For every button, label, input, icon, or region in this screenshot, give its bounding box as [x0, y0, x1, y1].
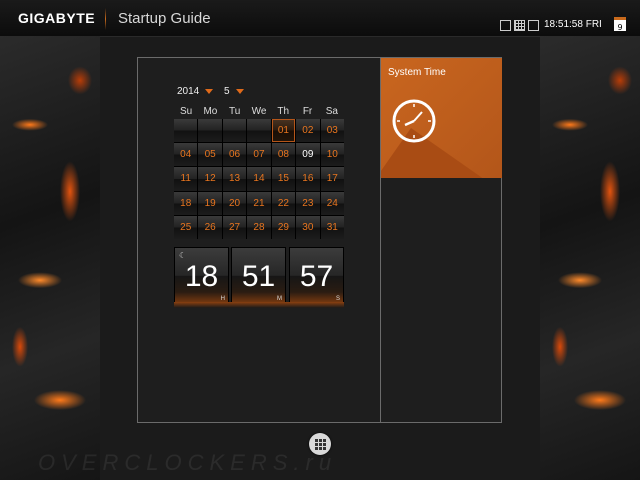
status-clock: 18:51:58 FRI: [544, 19, 602, 30]
chevron-down-icon: [205, 88, 214, 94]
flip-clock-base: [174, 302, 344, 308]
calendar-day[interactable]: 02: [296, 119, 320, 143]
weekday-label: Tu: [229, 106, 241, 117]
lava-decoration-right: [540, 36, 640, 480]
watermark: OVERCLOCKERS.ru: [38, 450, 338, 475]
hdd-icon[interactable]: [500, 20, 511, 31]
seconds-value: 57: [299, 260, 334, 293]
calendar-day[interactable]: 18: [174, 191, 198, 215]
month-value: 5: [224, 86, 230, 97]
calendar-day[interactable]: 19: [198, 191, 222, 215]
calendar-day[interactable]: 30: [296, 215, 320, 239]
calendar-day[interactable]: 08: [271, 143, 296, 167]
tile-label: System Time: [388, 67, 446, 78]
brand-logo: GIGABYTE: [18, 10, 96, 26]
chevron-down-icon: [235, 88, 244, 94]
month-select[interactable]: 5: [224, 86, 244, 97]
calendar-day[interactable]: 31: [320, 215, 344, 239]
lava-decoration-left: [0, 36, 100, 480]
calendar-day[interactable]: 22: [271, 191, 296, 215]
calendar-day[interactable]: 09: [296, 143, 320, 167]
clock-icon: [392, 99, 436, 143]
weekday-label: We: [251, 106, 267, 117]
flip-clock-seconds: 57 S: [289, 247, 344, 304]
calendar-day[interactable]: 21: [247, 191, 271, 215]
calendar-day[interactable]: 27: [222, 215, 247, 239]
calendar-day[interactable]: 03: [320, 119, 344, 143]
window-icon[interactable]: [528, 20, 539, 31]
calendar-day[interactable]: 23: [296, 191, 320, 215]
calendar-day[interactable]: 17: [320, 167, 344, 191]
weekday-label: Sa: [325, 106, 338, 117]
calendar-grid: 01 02 03 04 05 06 07 08 09 10 11 12 13 14 15 16 17 18 19 20…: [174, 119, 344, 239]
weekday-label: Fr: [302, 106, 313, 117]
app-title: Startup Guide: [118, 10, 211, 27]
calendar-day[interactable]: 13: [222, 167, 247, 191]
calendar-day[interactable]: 11: [174, 167, 198, 191]
moon-icon: ☾: [179, 251, 187, 260]
year-select[interactable]: 2014: [177, 86, 214, 97]
calendar-day-empty: [247, 119, 271, 143]
calendar-day-empty: [222, 119, 247, 143]
weekday-label: Th: [277, 106, 290, 117]
calendar-day[interactable]: 15: [271, 167, 296, 191]
flip-clock-minutes: 51 M: [231, 247, 286, 304]
calendar-day[interactable]: 01: [271, 119, 296, 143]
calendar-day[interactable]: 05: [198, 143, 222, 167]
minutes-value: 51: [241, 260, 276, 293]
brand-divider: [105, 8, 106, 30]
calendar-day[interactable]: 28: [247, 215, 271, 239]
weekday-label: Mo: [203, 106, 218, 117]
calendar-day[interactable]: 04: [174, 143, 198, 167]
calendar-day[interactable]: 26: [198, 215, 222, 239]
flip-clock-hours: ☾ 18 H: [174, 247, 229, 304]
calendar-icon[interactable]: 9: [614, 17, 626, 32]
calendar-day[interactable]: 16: [296, 167, 320, 191]
calendar-day[interactable]: 06: [222, 143, 247, 167]
calendar-day[interactable]: 24: [320, 191, 344, 215]
calendar-day[interactable]: 14: [247, 167, 271, 191]
calendar-day[interactable]: 07: [247, 143, 271, 167]
calendar-day-empty: [174, 119, 198, 143]
calendar-day[interactable]: 10: [320, 143, 344, 167]
calendar-day-empty: [198, 119, 222, 143]
calendar-day[interactable]: 25: [174, 215, 198, 239]
calendar-day[interactable]: 20: [222, 191, 247, 215]
calendar-weekday-header: Su Mo Tu We Th Fr Sa: [174, 106, 344, 118]
calendar-day[interactable]: 12: [198, 167, 222, 191]
grid-view-icon[interactable]: [514, 20, 525, 31]
hours-value: 18: [184, 260, 219, 293]
system-time-tile[interactable]: System Time: [381, 58, 502, 178]
year-value: 2014: [177, 86, 200, 97]
calendar-day[interactable]: 29: [271, 215, 296, 239]
weekday-label: Su: [180, 106, 193, 117]
